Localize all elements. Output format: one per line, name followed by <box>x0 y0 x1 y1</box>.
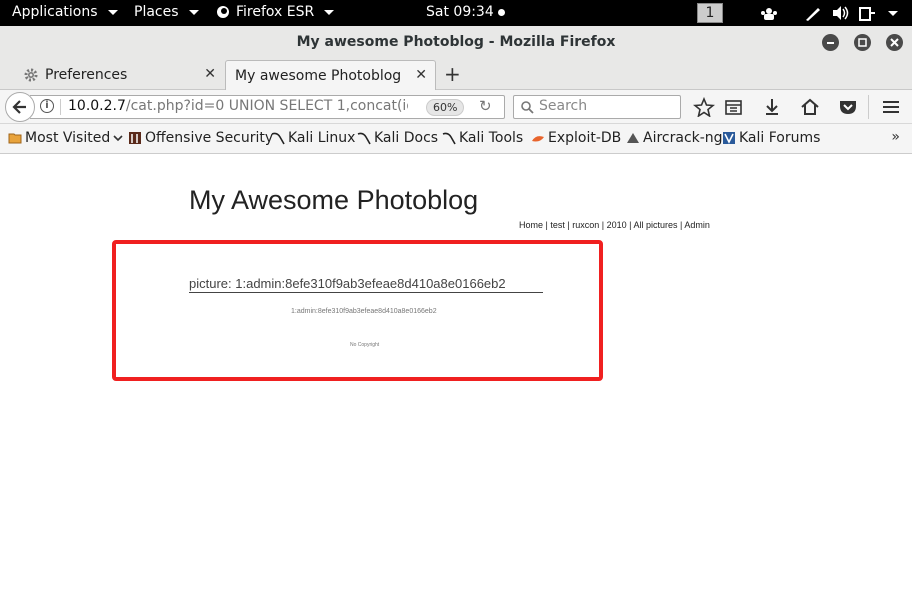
power-icon[interactable] <box>858 5 876 21</box>
zoom-indicator[interactable]: 60% <box>426 99 465 116</box>
chevron-down-icon <box>107 9 118 15</box>
hamburger-menu-icon[interactable] <box>880 97 902 117</box>
bookmark-kali-forums[interactable]: Kali Forums <box>722 130 820 146</box>
chevron-down-icon <box>188 9 199 15</box>
reload-icon[interactable]: ↻ <box>479 97 492 115</box>
tab-photoblog[interactable]: My awesome Photoblog ✕ <box>225 60 436 90</box>
bookmark-label: Most Visited <box>25 130 111 146</box>
offensive-security-icon <box>129 132 141 144</box>
applications-menu[interactable]: Applications <box>12 4 118 20</box>
bookmark-aircrack-ng[interactable]: Aircrack-ng <box>626 130 723 146</box>
close-tab-icon[interactable]: ✕ <box>204 60 216 88</box>
menu-link-test[interactable]: test <box>550 220 565 230</box>
firefox-icon <box>217 6 229 18</box>
back-button[interactable] <box>5 92 35 122</box>
download-icon[interactable] <box>761 97 783 117</box>
bookmark-most-visited[interactable]: Most Visited <box>8 130 124 146</box>
recording-dot-icon <box>497 8 505 16</box>
people-icon[interactable] <box>760 5 778 21</box>
chevron-down-icon <box>324 9 335 15</box>
url-bar[interactable]: i 10.0.2.7/cat.php?id=0 UNION SELECT 1,c… <box>30 95 505 119</box>
window-title: My awesome Photoblog - Mozilla Firefox <box>296 34 616 50</box>
picture-caption: 1:admin:8efe310f9ab3efeae8d410a8e0166eb2 <box>291 308 437 315</box>
site-info-icon[interactable]: i <box>40 99 54 113</box>
new-tab-icon[interactable]: + <box>444 62 461 86</box>
places-menu[interactable]: Places <box>134 4 199 20</box>
tab-label: Preferences <box>45 67 128 83</box>
url-host: 10.0.2.7 <box>68 98 126 114</box>
window-titlebar: My awesome Photoblog - Mozilla Firefox <box>0 26 912 58</box>
volume-icon[interactable] <box>832 5 850 21</box>
kali-dragon-icon <box>442 132 456 145</box>
exploit-db-icon <box>532 136 544 142</box>
kali-dragon-icon <box>357 132 371 145</box>
bookmark-label: Kali Linux <box>288 130 356 146</box>
close-tab-icon[interactable]: ✕ <box>415 61 427 89</box>
tab-label: My awesome Photoblog <box>235 67 402 84</box>
navigation-toolbar: i 10.0.2.7/cat.php?id=0 UNION SELECT 1,c… <box>0 90 912 124</box>
picture-title: picture: 1:admin:8efe310f9ab3efeae8d410a… <box>189 276 543 293</box>
maximize-button[interactable] <box>854 34 871 51</box>
clock[interactable]: Sat 09:34 <box>426 4 505 20</box>
chevron-down-icon <box>113 135 123 142</box>
site-menu: Home | test | ruxcon | 2010 | All pictur… <box>519 220 710 230</box>
kali-forums-icon <box>723 132 735 144</box>
maximize-icon <box>858 38 867 47</box>
url-separator <box>60 99 61 115</box>
firefox-app-menu[interactable]: Firefox ESR <box>216 4 335 20</box>
url-path: /cat.php?id=0 UNION SELECT 1,concat(id,'… <box>125 98 408 114</box>
bookmark-kali-linux[interactable]: Kali Linux <box>271 130 355 146</box>
search-icon <box>521 101 534 114</box>
more-bookmarks-icon[interactable]: » <box>891 129 900 145</box>
menu-link-2010[interactable]: 2010 <box>607 220 627 230</box>
library-icon[interactable] <box>723 97 745 117</box>
tab-strip: Preferences ✕ My awesome Photoblog ✕ + <box>0 58 912 90</box>
menu-link-admin[interactable]: Admin <box>684 220 710 230</box>
clock-label: Sat 09:34 <box>426 4 494 20</box>
places-label: Places <box>134 4 179 20</box>
pocket-icon[interactable] <box>837 97 859 117</box>
bookmark-label: Kali Docs <box>374 130 439 146</box>
toolbar-separator <box>868 95 869 119</box>
tab-preferences[interactable]: Preferences ✕ <box>14 60 224 90</box>
minimize-button[interactable] <box>822 34 839 51</box>
gear-icon <box>24 68 38 82</box>
firefox-esr-label: Firefox ESR <box>236 4 315 20</box>
bookmarks-toolbar: Most Visited Offensive Security Kali Lin… <box>0 124 912 154</box>
kali-dragon-icon <box>271 132 285 145</box>
pen-icon[interactable] <box>804 5 822 21</box>
workspace-indicator[interactable]: 1 <box>697 3 723 23</box>
footer-copyright: No Copyright <box>350 342 380 348</box>
bookmark-kali-tools[interactable]: Kali Tools <box>442 130 523 146</box>
search-placeholder: Search <box>539 98 588 114</box>
applications-label: Applications <box>12 4 98 20</box>
search-box[interactable]: Search <box>513 95 681 119</box>
system-menu-chevron-icon[interactable] <box>888 11 898 16</box>
bookmark-label: Kali Tools <box>459 130 524 146</box>
url-text[interactable]: 10.0.2.7/cat.php?id=0 UNION SELECT 1,con… <box>68 98 408 114</box>
bookmark-label: Offensive Security <box>145 130 274 146</box>
menu-link-home[interactable]: Home <box>519 220 543 230</box>
bookmark-label: Exploit-DB <box>548 130 622 146</box>
menu-link-ruxcon[interactable]: ruxcon <box>572 220 599 230</box>
back-arrow-icon <box>12 100 26 114</box>
page-content: My Awesome Photoblog Home | test | ruxco… <box>0 162 912 599</box>
bookmark-label: Aircrack-ng <box>643 130 723 146</box>
menu-link-all-pictures[interactable]: All pictures <box>633 220 677 230</box>
bookmark-exploit-db[interactable]: Exploit-DB <box>531 130 621 146</box>
minimize-icon <box>827 42 834 44</box>
home-icon[interactable] <box>799 97 821 117</box>
close-icon <box>890 38 899 47</box>
page-title: My Awesome Photoblog <box>189 185 479 215</box>
close-window-button[interactable] <box>886 34 903 51</box>
aircrack-icon <box>627 133 639 143</box>
bookmark-star-icon[interactable] <box>693 97 715 117</box>
folder-icon <box>8 133 22 144</box>
top-panel: Applications Places Firefox ESR Sat 09:3… <box>0 0 912 26</box>
bookmark-label: Kali Forums <box>739 130 821 146</box>
bookmark-kali-docs[interactable]: Kali Docs <box>357 130 438 146</box>
bookmark-offensive-security[interactable]: Offensive Security <box>128 130 273 146</box>
